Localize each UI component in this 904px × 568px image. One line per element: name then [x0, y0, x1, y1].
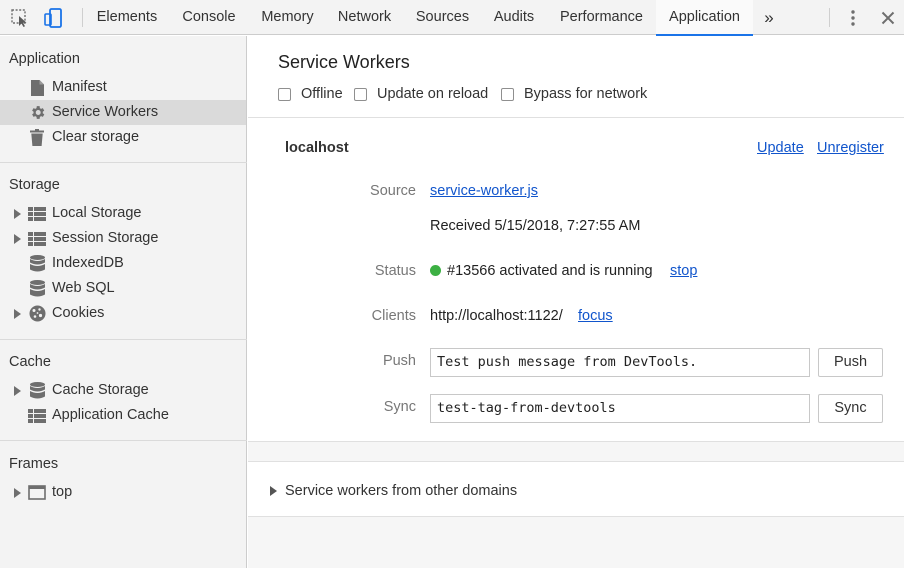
more-tabs-button[interactable]: »: [757, 0, 781, 35]
unregister-link[interactable]: Unregister: [817, 140, 884, 156]
database-icon: [28, 255, 46, 272]
status-label: Status: [374, 263, 416, 279]
push-button[interactable]: Push: [818, 348, 883, 377]
stop-link[interactable]: stop: [670, 263, 697, 279]
sidebar-item-application-cache[interactable]: Application Cache: [0, 403, 246, 428]
close-icon[interactable]: [877, 0, 899, 35]
offline-checkbox-row[interactable]: Offline: [278, 86, 343, 102]
service-workers-panel: Service Workers Offline Update on reload…: [248, 36, 904, 568]
update-on-reload-label[interactable]: Update on reload: [377, 86, 488, 102]
section-title-cache: Cache: [9, 354, 51, 370]
section-title-frames: Frames: [9, 456, 59, 472]
push-message-input[interactable]: Test push message from DevTools.: [430, 348, 810, 377]
expand-arrow-icon[interactable]: [14, 488, 21, 498]
sidebar-item-manifest[interactable]: Manifest: [0, 75, 246, 100]
other-domains-label[interactable]: Service workers from other domains: [285, 483, 517, 499]
received-timestamp: Received 5/15/2018, 7:27:55 AM: [430, 218, 641, 234]
file-icon: [28, 79, 46, 96]
trash-icon: [28, 129, 46, 146]
source-link[interactable]: service-worker.js: [430, 183, 538, 199]
sidebar-item-label: Manifest: [52, 79, 107, 95]
section-title-application: Application: [9, 51, 80, 67]
update-on-reload-checkbox[interactable]: [354, 87, 367, 101]
sidebar-item-label: Cache Storage: [52, 382, 149, 398]
status-value: #13566 activated and is running: [430, 263, 653, 279]
update-on-reload-checkbox-row[interactable]: Update on reload: [354, 86, 488, 102]
status-running-icon: [430, 265, 441, 276]
bypass-for-network-label[interactable]: Bypass for network: [524, 86, 647, 102]
sidebar-item-label: IndexedDB: [52, 255, 124, 271]
source-label: Source: [370, 183, 416, 199]
focus-link[interactable]: focus: [578, 308, 613, 324]
grid-icon: [28, 230, 46, 247]
sidebar-item-service-workers[interactable]: Service Workers: [0, 100, 246, 125]
tab-elements[interactable]: Elements: [86, 0, 168, 35]
devtools-toolbar: Elements Console Memory Network Sources …: [0, 0, 904, 36]
expand-arrow-icon[interactable]: [14, 309, 21, 319]
tab-memory[interactable]: Memory: [250, 0, 325, 35]
bypass-for-network-checkbox[interactable]: [501, 87, 514, 101]
device-toggle-icon[interactable]: [42, 0, 66, 35]
sidebar: Application Manifest Service Workers Cle…: [0, 36, 247, 568]
database-icon: [28, 280, 46, 297]
sidebar-item-cache-storage[interactable]: Cache Storage: [0, 378, 246, 403]
sync-tag-input[interactable]: test-tag-from-devtools: [430, 394, 810, 423]
sidebar-item-web-sql[interactable]: Web SQL: [0, 276, 246, 301]
sidebar-item-label: Web SQL: [52, 280, 115, 296]
sync-button[interactable]: Sync: [818, 394, 883, 423]
sync-label: Sync: [383, 399, 416, 415]
sidebar-item-label: Cookies: [52, 305, 105, 321]
sidebar-item-label: Local Storage: [52, 205, 142, 221]
tab-console[interactable]: Console: [168, 0, 250, 35]
frame-icon: [28, 484, 46, 501]
expand-arrow-icon[interactable]: [14, 209, 21, 219]
client-url: http://localhost:1122/: [430, 308, 563, 324]
tab-sources[interactable]: Sources: [404, 0, 481, 35]
tab-performance[interactable]: Performance: [547, 0, 656, 35]
cursor-select-icon[interactable]: [8, 0, 32, 35]
offline-checkbox[interactable]: [278, 87, 291, 101]
sidebar-item-clear-storage[interactable]: Clear storage: [0, 125, 246, 150]
worker-origin: localhost: [285, 140, 349, 156]
tab-audits[interactable]: Audits: [481, 0, 547, 35]
clients-label: Clients: [371, 308, 416, 324]
section-title-storage: Storage: [9, 177, 60, 193]
sidebar-item-indexeddb[interactable]: IndexedDB: [0, 251, 246, 276]
tab-network[interactable]: Network: [325, 0, 404, 35]
section-spacer: [248, 441, 904, 462]
grid-icon: [28, 205, 46, 222]
sidebar-item-cookies[interactable]: Cookies: [0, 301, 246, 326]
toolbar-separator: [829, 8, 830, 27]
database-icon: [28, 382, 46, 399]
tab-application[interactable]: Application: [656, 0, 753, 36]
sidebar-item-frame-top[interactable]: top: [0, 480, 246, 505]
push-label: Push: [382, 353, 416, 369]
sidebar-item-local-storage[interactable]: Local Storage: [0, 201, 246, 226]
sidebar-item-label: Application Cache: [52, 407, 169, 423]
empty-area: [248, 516, 904, 568]
expand-arrow-icon[interactable]: [14, 234, 21, 244]
kebab-menu-icon[interactable]: [843, 0, 863, 35]
section-divider: [0, 162, 247, 163]
sidebar-item-label: Session Storage: [52, 230, 159, 246]
expand-arrow-icon[interactable]: [270, 486, 277, 496]
bypass-for-network-checkbox-row[interactable]: Bypass for network: [501, 86, 647, 102]
gear-icon: [28, 104, 46, 121]
expand-arrow-icon[interactable]: [14, 386, 21, 396]
grid-icon: [28, 407, 46, 424]
sidebar-item-label: top: [52, 484, 73, 500]
section-divider: [248, 117, 904, 118]
section-divider: [0, 339, 247, 340]
page-title: Service Workers: [278, 52, 410, 72]
other-domains-toggle[interactable]: Service workers from other domains: [270, 483, 517, 499]
status-text: #13566 activated and is running: [447, 263, 653, 279]
sidebar-item-session-storage[interactable]: Session Storage: [0, 226, 246, 251]
sidebar-item-label: Clear storage: [52, 129, 140, 145]
update-link[interactable]: Update: [757, 140, 804, 156]
cookie-icon: [28, 305, 46, 322]
offline-label[interactable]: Offline: [301, 86, 343, 102]
section-divider: [0, 440, 247, 441]
toolbar-separator: [82, 8, 83, 27]
sidebar-item-label: Service Workers: [52, 104, 159, 120]
